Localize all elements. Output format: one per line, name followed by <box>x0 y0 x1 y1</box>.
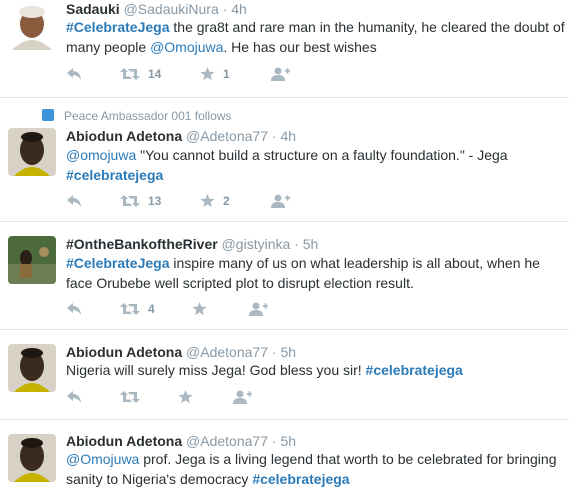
tweet-header: Abiodun Adetona @Adetona77 · 4h <box>66 127 296 145</box>
tweet-text: @omojuwa "You cannot build a structure o… <box>66 145 566 185</box>
favorite-count: 1 <box>223 67 230 81</box>
tweet-header: Abiodun Adetona @Adetona77 · 5h <box>66 432 296 450</box>
follow-icon <box>271 194 290 208</box>
author-handle[interactable]: @Adetona77 <box>186 128 268 144</box>
avatar[interactable] <box>8 434 56 482</box>
tweet-text: Nigeria will surely miss Jega! God bless… <box>66 360 566 380</box>
favorite-button[interactable] <box>192 300 215 318</box>
favorite-icon <box>200 67 215 81</box>
separator-dot: · <box>222 1 228 17</box>
retweet-icon <box>120 195 140 207</box>
separator-dot: · <box>271 128 277 144</box>
follow-icon <box>271 67 290 81</box>
tweet[interactable]: Sadauki @SadaukiNura · 4h #CelebrateJega… <box>0 0 569 98</box>
author-name[interactable]: #OntheBankoftheRiver <box>66 236 218 252</box>
separator-dot: · <box>294 236 299 252</box>
author-handle[interactable]: @Adetona77 <box>186 344 268 360</box>
retweet-count: 13 <box>148 194 162 208</box>
retweet-button[interactable] <box>120 388 148 406</box>
retweet-icon <box>120 303 140 315</box>
tweet-timeline: Sadauki @SadaukiNura · 4h #CelebrateJega… <box>0 0 569 489</box>
favorite-icon <box>178 390 193 404</box>
retweet-button[interactable]: 14 <box>120 65 161 83</box>
tweet[interactable]: Abiodun Adetona @Adetona77 · 5h @Omojuwa… <box>0 420 569 489</box>
avatar[interactable] <box>8 128 56 176</box>
favorite-icon <box>192 302 207 316</box>
tweet-text-segment: . He has our best wishes <box>223 39 377 55</box>
retweet-count: 4 <box>148 302 155 316</box>
follow-button[interactable] <box>270 65 290 83</box>
favorite-button[interactable] <box>178 388 201 406</box>
mention-link[interactable]: @Omojuwa <box>150 39 223 55</box>
favorite-count: 2 <box>223 194 230 208</box>
reply-icon <box>67 195 81 207</box>
avatar[interactable] <box>8 236 56 284</box>
separator-dot: · <box>271 344 277 360</box>
reply-button[interactable] <box>66 192 82 210</box>
tweet-header: Abiodun Adetona @Adetona77 · 5h <box>66 343 296 361</box>
avatar[interactable] <box>8 344 56 392</box>
timestamp[interactable]: 5h <box>280 344 296 360</box>
timestamp[interactable]: 5h <box>303 236 319 252</box>
follow-icon <box>249 302 268 316</box>
timestamp[interactable]: 5h <box>280 433 296 449</box>
tweet-header: Sadauki @SadaukiNura · 4h <box>66 0 247 18</box>
hashtag-link[interactable]: #CelebrateJega <box>66 19 170 35</box>
mention-link[interactable]: @Omojuwa <box>66 451 139 467</box>
social-context-text[interactable]: Peace Ambassador 001 follows <box>64 108 231 124</box>
favorite-icon <box>200 194 215 208</box>
author-handle[interactable]: @gistyinka <box>222 236 291 252</box>
follow-icon <box>233 390 252 404</box>
tweet[interactable]: Peace Ambassador 001 follows Abiodun Ade… <box>0 98 569 222</box>
timestamp[interactable]: 4h <box>280 128 296 144</box>
hashtag-link[interactable]: #celebratejega <box>66 167 163 183</box>
reply-button[interactable] <box>66 65 82 83</box>
reply-button[interactable] <box>66 300 82 318</box>
reply-icon <box>67 391 81 403</box>
retweet-icon <box>120 68 140 80</box>
reply-icon <box>67 303 81 315</box>
favorite-button[interactable]: 2 <box>200 192 230 210</box>
tweet-text: #CelebrateJega the gra8t and rare man in… <box>66 17 566 57</box>
timestamp[interactable]: 4h <box>231 1 247 17</box>
retweet-icon <box>120 391 140 403</box>
tweet[interactable]: #OntheBankoftheRiver @gistyinka · 5h #Ce… <box>0 222 569 330</box>
mention-link[interactable]: @omojuwa <box>66 147 136 163</box>
reply-icon <box>67 68 81 80</box>
author-name[interactable]: Abiodun Adetona <box>66 344 182 360</box>
tweet-text: #CelebrateJega inspire many of us on wha… <box>66 253 566 293</box>
author-name[interactable]: Abiodun Adetona <box>66 128 182 144</box>
author-handle[interactable]: @SadaukiNura <box>124 1 219 17</box>
tweet-text-segment: "You cannot build a structure on a fault… <box>136 147 508 163</box>
follow-button[interactable] <box>270 192 290 210</box>
follow-button[interactable] <box>248 300 268 318</box>
separator-dot: · <box>271 433 277 449</box>
tweet-text: @Omojuwa prof. Jega is a living legend t… <box>66 449 566 489</box>
favorite-button[interactable]: 1 <box>200 65 230 83</box>
retweet-count: 14 <box>148 67 162 81</box>
retweet-button[interactable]: 4 <box>120 300 155 318</box>
tweet-text-segment: Nigeria will surely miss Jega! God bless… <box>66 362 366 378</box>
reply-button[interactable] <box>66 388 82 406</box>
hashtag-link[interactable]: #celebratejega <box>366 362 463 378</box>
hashtag-link[interactable]: #CelebrateJega <box>66 255 170 271</box>
author-handle[interactable]: @Adetona77 <box>186 433 268 449</box>
follow-button[interactable] <box>232 388 252 406</box>
tweet[interactable]: Abiodun Adetona @Adetona77 · 5h Nigeria … <box>0 330 569 420</box>
person-icon <box>42 109 54 121</box>
author-name[interactable]: Sadauki <box>66 1 120 17</box>
tweet-header: #OntheBankoftheRiver @gistyinka · 5h <box>66 235 318 253</box>
author-name[interactable]: Abiodun Adetona <box>66 433 182 449</box>
hashtag-link[interactable]: #celebratejega <box>252 471 349 487</box>
avatar[interactable] <box>8 2 56 50</box>
retweet-button[interactable]: 13 <box>120 192 161 210</box>
